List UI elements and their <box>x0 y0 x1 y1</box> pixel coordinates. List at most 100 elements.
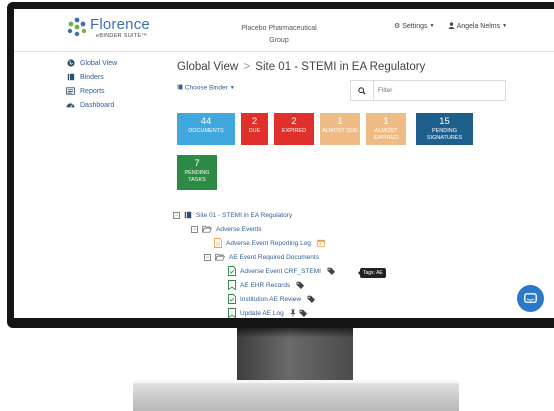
stand-shadow <box>237 328 353 338</box>
user-icon <box>448 22 455 29</box>
filter-search <box>350 80 506 101</box>
chevron-down-icon: ▼ <box>502 23 508 29</box>
tree-row-folder[interactable]: − Adverse Events <box>191 223 262 235</box>
tree-label: AE EHR Records <box>240 281 291 289</box>
logo-subtitle: eBINDER SUITE™ <box>96 33 148 39</box>
tree-label: AE Event Required Documents <box>229 253 319 261</box>
gear-icon: ⚙ <box>394 23 401 30</box>
search-button[interactable] <box>351 81 374 100</box>
tree-row-document[interactable]: Institution AE Review <box>228 293 316 305</box>
tile-count: 2 <box>251 116 258 127</box>
placeholder-icon <box>228 308 236 318</box>
tile-label: ALMOST DUE <box>322 128 358 134</box>
collapse-toggle[interactable]: − <box>191 225 198 233</box>
tree-row-binder[interactable]: − Site 01 - STEMI in EA Regulatory <box>173 209 292 221</box>
tree-label: Adverse Event CRF_STEMI <box>240 267 321 275</box>
tile-label: DUE <box>248 128 261 134</box>
tags-icon[interactable] <box>307 295 316 303</box>
document-check-icon <box>228 294 236 304</box>
company-line1: Placebo Pharmaceutical <box>241 25 317 32</box>
tile-label: EXPIRED <box>281 128 307 134</box>
sidebar-item-dashboard[interactable]: Dashboard <box>66 99 166 111</box>
tree-label: Site 01 - STEMI in EA Regulatory <box>196 211 293 219</box>
breadcrumb: Global View > Site 01 - STEMI in EA Regu… <box>177 61 425 73</box>
filter-input[interactable] <box>378 84 498 96</box>
chat-button[interactable] <box>517 285 544 312</box>
sidebar-item-binders[interactable]: Binders <box>66 71 166 83</box>
top-navbar: Florence eBINDER SUITE™ Placebo Pharmace… <box>14 9 554 52</box>
user-name: Angela Nelms <box>456 23 501 30</box>
due-tile[interactable]: 2 DUE <box>241 113 268 145</box>
settings-menu[interactable]: ⚙ Settings ▼ <box>394 22 434 30</box>
tile-count: 1 <box>383 116 389 127</box>
logo-wordmark: Florence <box>90 16 150 33</box>
monitor-stand-base <box>133 380 459 411</box>
folder-open-icon <box>215 253 225 261</box>
tags-icon[interactable] <box>299 309 308 317</box>
tile-label: PENDING TASKS <box>184 170 210 183</box>
tree-row-document[interactable]: Update AE Log <box>228 307 308 318</box>
florence-logo[interactable]: Florence eBINDER SUITE™ <box>66 15 156 43</box>
monitor-screen: Florence eBINDER SUITE™ Placebo Pharmace… <box>14 9 554 318</box>
tile-label: ALMOST EXPIRED <box>373 128 399 141</box>
tree-row-document[interactable]: AE EHR Records <box>228 279 305 291</box>
page-title: Site 01 - STEMI in EA Regulatory <box>255 61 426 73</box>
folder-open-icon <box>202 225 212 233</box>
dashboard-icon <box>66 101 75 110</box>
pending-tasks-tile[interactable]: 7 PENDING TASKS <box>177 155 217 190</box>
tree-label: Adverse Event Reporting Log <box>226 239 311 247</box>
chevron-down-icon: ▼ <box>429 23 435 29</box>
binder-icon <box>66 73 75 82</box>
company-line2: Group <box>269 37 289 44</box>
calendar-icon[interactable] <box>316 239 325 247</box>
tile-label: DOCUMENTS <box>188 128 224 134</box>
reports-icon <box>66 87 75 96</box>
tile-count: 2 <box>291 116 297 127</box>
pin-icon[interactable] <box>290 309 296 317</box>
tree-row-document[interactable]: Adverse Event Reporting Log <box>214 237 325 249</box>
chat-icon <box>524 292 537 303</box>
tags-icon[interactable] <box>296 281 305 289</box>
company-name: Placebo Pharmaceutical Group <box>234 23 324 47</box>
sidebar-item-label: Global View <box>80 59 118 67</box>
binder-icon <box>177 84 183 92</box>
sidebar-item-label: Dashboard <box>80 101 115 109</box>
chevron-down-icon: ▼ <box>229 84 235 91</box>
tile-label: PENDING SIGNATURES <box>426 128 463 141</box>
sidebar-item-global-view[interactable]: Global View <box>66 57 166 69</box>
globe-icon <box>66 59 75 68</box>
tree-label: Update AE Log <box>240 309 284 317</box>
logo-dots-icon <box>67 17 87 37</box>
binder-icon <box>184 211 192 219</box>
sidebar: Global View Binders Reports Dashboard <box>66 57 166 113</box>
tree-row-document[interactable]: Adverse Event CRF_STEMI <box>228 265 336 277</box>
user-menu[interactable]: Angela Nelms ▼ <box>448 22 507 30</box>
choose-binder-dropdown[interactable]: Choose Binder ▼ <box>177 84 235 92</box>
tags-tooltip: Tags: AE <box>358 268 386 278</box>
tile-count: 15 <box>439 116 450 127</box>
tree-row-folder[interactable]: − AE Event Required Documents <box>204 251 319 263</box>
choose-binder-label: Choose Binder <box>184 84 228 92</box>
expired-tile[interactable]: 2 EXPIRED <box>274 113 314 145</box>
collapse-toggle[interactable]: − <box>173 211 180 219</box>
almost-due-tile[interactable]: 1 ALMOST DUE <box>320 113 360 145</box>
almost-expired-tile[interactable]: 1 ALMOST EXPIRED <box>366 113 406 145</box>
search-icon <box>358 86 366 95</box>
pending-signatures-tile[interactable]: 15 PENDING SIGNATURES <box>416 113 473 145</box>
document-check-icon <box>228 266 236 276</box>
breadcrumb-root[interactable]: Global View <box>177 61 238 73</box>
sidebar-item-label: Reports <box>80 87 105 95</box>
collapse-toggle[interactable]: − <box>204 253 211 261</box>
tile-count: 44 <box>200 116 212 127</box>
placeholder-icon <box>228 280 236 290</box>
tree-label: Institution AE Review <box>240 295 302 303</box>
sidebar-item-label: Binders <box>80 73 104 81</box>
documents-tile[interactable]: 44 DOCUMENTS <box>177 113 235 145</box>
breadcrumb-separator: > <box>243 61 251 73</box>
tree-label: Adverse Events <box>216 225 262 233</box>
settings-label: Settings <box>402 23 428 30</box>
sidebar-item-reports[interactable]: Reports <box>66 85 166 97</box>
tile-count: 1 <box>337 116 343 127</box>
tags-icon[interactable] <box>327 267 336 275</box>
document-icon <box>214 238 222 248</box>
